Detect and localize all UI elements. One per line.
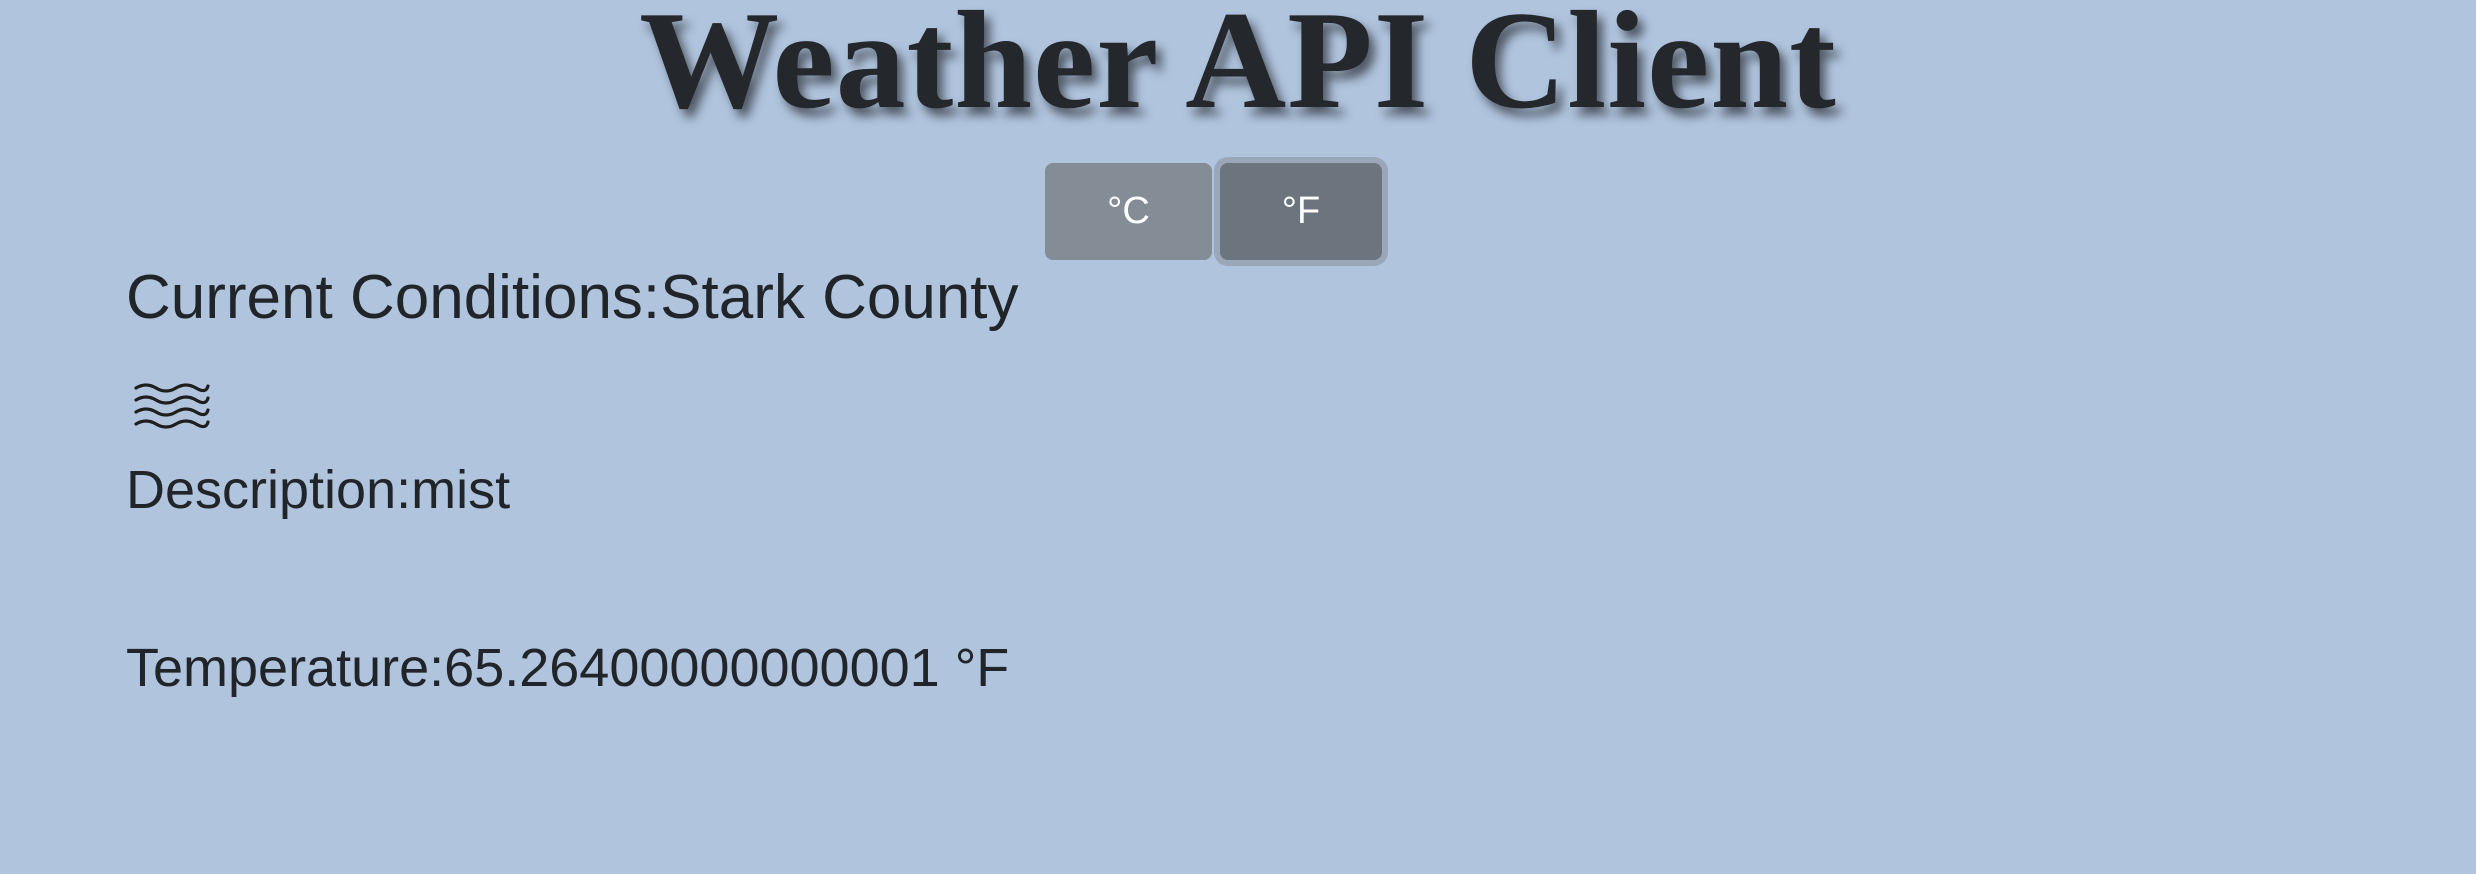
current-conditions-label: Current Conditions: <box>126 263 661 332</box>
celsius-button[interactable]: °C <box>1045 163 1212 260</box>
location-name: Stark County <box>660 263 1019 332</box>
description-line: Description:mist <box>126 458 510 522</box>
temperature-unit: °F <box>954 638 1010 698</box>
temperature-value: 65.26400000000001 <box>444 638 940 698</box>
fahrenheit-button[interactable]: °F <box>1220 163 1382 260</box>
temperature-label: Temperature: <box>126 638 445 698</box>
unit-toggle: °C °F <box>1045 163 1382 260</box>
page-title: Weather API Client <box>639 0 1837 138</box>
mist-icon <box>134 383 210 429</box>
description-value: mist <box>411 460 511 520</box>
current-conditions-heading: Current Conditions:Stark County <box>126 262 1019 334</box>
temperature-line: Temperature:65.26400000000001 °F <box>126 636 1009 700</box>
description-label: Description: <box>126 460 412 520</box>
